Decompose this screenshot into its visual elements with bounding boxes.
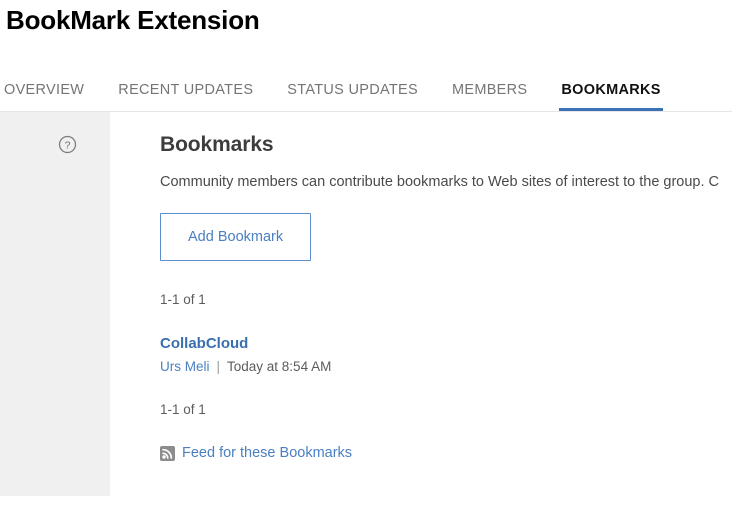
tab-status-updates[interactable]: STATUS UPDATES <box>270 54 435 112</box>
tab-label: STATUS UPDATES <box>287 82 418 98</box>
page-title: BookMark Extension <box>6 5 260 35</box>
tab-recent-updates[interactable]: RECENT UPDATES <box>101 54 270 112</box>
tab-members[interactable]: MEMBERS <box>435 54 544 112</box>
tab-label: RECENT UPDATES <box>118 82 254 98</box>
tab-overview[interactable]: OVERVIEW <box>2 54 101 112</box>
app-page: BookMark Extension OVERVIEW RECENT UPDAT… <box>0 0 732 507</box>
svg-text:?: ? <box>65 139 71 151</box>
bookmark-meta: Urs Meli | Today at 8:54 AM <box>160 358 732 376</box>
feed-row: Feed for these Bookmarks <box>160 444 732 463</box>
rss-feed-icon[interactable] <box>160 446 175 461</box>
help-circle-icon[interactable]: ? <box>58 135 77 154</box>
tab-label: BOOKMARKS <box>561 82 661 98</box>
bookmark-date: Today at 8:54 AM <box>227 359 332 374</box>
bookmark-author-link[interactable]: Urs Meli <box>160 359 210 374</box>
meta-separator: | <box>216 359 221 374</box>
tab-label: OVERVIEW <box>4 82 85 98</box>
bookmark-list: CollabCloud Urs Meli | Today at 8:54 AM <box>160 334 732 376</box>
tab-bookmarks[interactable]: BOOKMARKS <box>544 54 677 112</box>
pager-top: 1-1 of 1 <box>160 292 206 307</box>
tab-label: MEMBERS <box>451 82 528 98</box>
page-body: ? Bookmarks Community members can contri… <box>0 112 732 500</box>
section-description: Community members can contribute bookmar… <box>160 174 720 190</box>
tab-bar: OVERVIEW RECENT UPDATES STATUS UPDATES M… <box>0 54 732 112</box>
add-bookmark-button[interactable]: Add Bookmark <box>160 213 312 261</box>
page-header: BookMark Extension <box>0 0 732 36</box>
pager-bottom: 1-1 of 1 <box>160 402 206 417</box>
tab-list: OVERVIEW RECENT UPDATES STATUS UPDATES M… <box>2 54 732 112</box>
section-title: Bookmarks <box>160 133 274 156</box>
sidebar: ? <box>0 112 110 496</box>
feed-link[interactable]: Feed for these Bookmarks <box>182 444 352 463</box>
active-tab-indicator <box>559 108 663 112</box>
bookmark-title-link[interactable]: CollabCloud <box>160 334 248 353</box>
bookmark-item: CollabCloud Urs Meli | Today at 8:54 AM <box>160 334 732 376</box>
main-content: Bookmarks Community members can contribu… <box>110 112 732 500</box>
